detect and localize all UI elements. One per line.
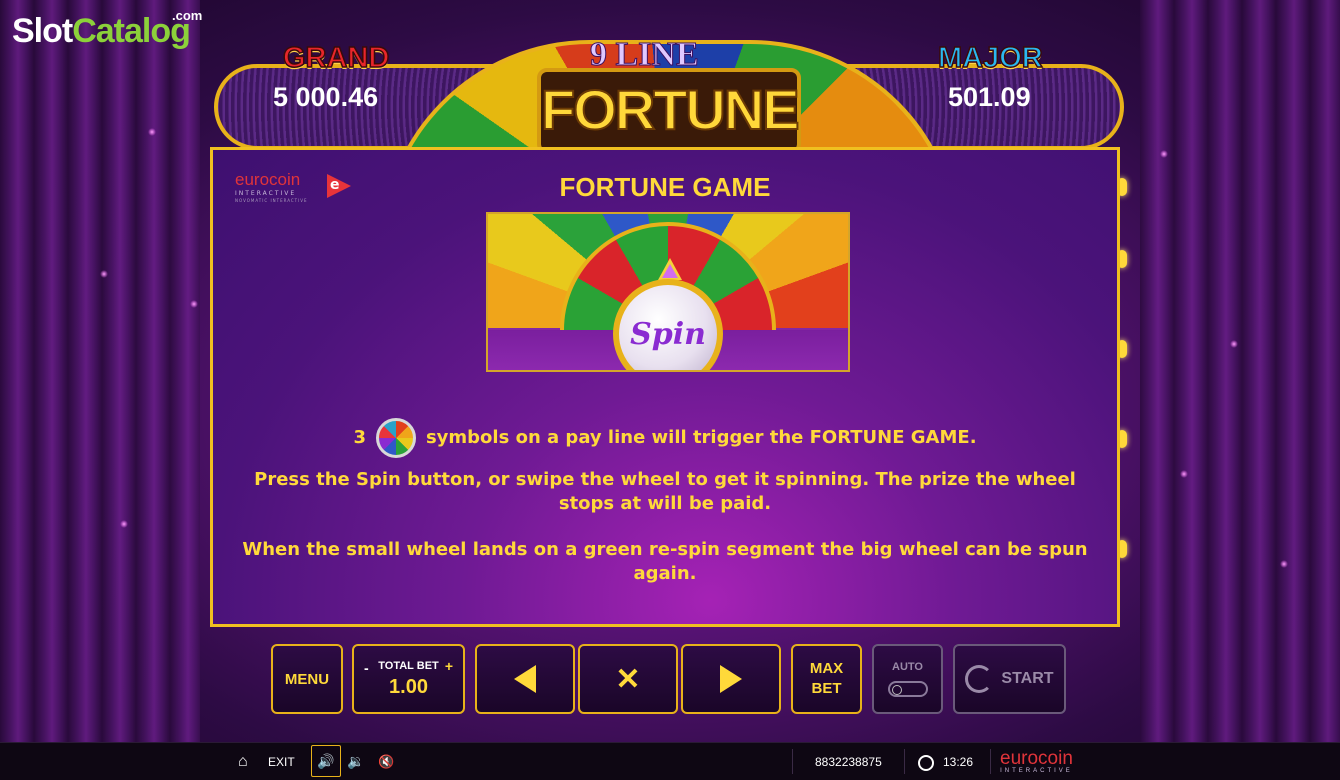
sound-icon[interactable]: 🔉	[347, 743, 364, 780]
panel-title: FORTUNE GAME	[559, 172, 771, 202]
footer-provider-logo: eurocoin INTERACTIVE	[1000, 743, 1073, 780]
max-bet-button[interactable]: MAX BET	[791, 644, 862, 714]
watermark-part1: Slot	[12, 12, 73, 50]
start-label: START	[1001, 670, 1054, 687]
slotcatalog-watermark: SlotCatalog .com	[12, 8, 202, 51]
next-page-button[interactable]	[681, 644, 781, 714]
bottom-status-bar: ⌂ EXIT 🔊 🔉 🔇 8832238875 13:26 eurocoin I…	[0, 742, 1340, 780]
wheel-pointer-inner	[662, 264, 678, 278]
divider	[792, 749, 793, 774]
home-icon[interactable]: ⌂	[238, 743, 248, 780]
close-paytable-button[interactable]: ✕	[578, 644, 678, 714]
mute-icon[interactable]: 🔇	[378, 743, 394, 780]
spin-arrows-icon	[965, 665, 994, 693]
grand-jackpot-label: GRAND	[282, 41, 390, 75]
total-bet-control[interactable]: - TOTAL BET 1.00 +	[352, 644, 465, 714]
sparkle	[1280, 560, 1288, 568]
sparkle	[148, 128, 156, 136]
game-logo-fortune: FORTUNE	[537, 68, 801, 154]
fortune-wheel-illustration: Spin	[486, 212, 850, 372]
divider	[904, 749, 905, 774]
sparkle	[120, 520, 128, 528]
exit-link[interactable]: EXIT	[268, 743, 295, 780]
trigger-rule: 3 symbols on a pay line will trigger the…	[213, 418, 1117, 458]
paytable-info-panel: eurocoin INTERACTIVE NOVOMATIC INTERACTI…	[210, 147, 1120, 627]
footer-brand-sub: INTERACTIVE	[1000, 768, 1073, 774]
total-bet-value: 1.00	[389, 675, 428, 698]
sparkle	[1230, 340, 1238, 348]
major-jackpot-value: 501.09	[948, 82, 1031, 112]
right-curtain	[1140, 0, 1340, 742]
trigger-text: symbols on a pay line will trigger the F…	[425, 427, 977, 448]
footer-brand-name: eurocoin	[1000, 748, 1073, 769]
total-bet-label: TOTAL BET	[378, 659, 439, 672]
wheel-symbol-icon	[375, 418, 416, 458]
clock-time: 13:26	[943, 754, 974, 769]
arrow-left-icon	[514, 665, 536, 693]
clock-icon	[918, 755, 934, 771]
sparkle	[1180, 470, 1188, 478]
arrow-right-icon	[720, 665, 742, 693]
toggle-switch-icon	[887, 681, 928, 697]
autoplay-toggle[interactable]: AUTO	[872, 644, 943, 714]
bet-increase-button[interactable]: +	[445, 658, 453, 674]
max-bet-line1: MAX	[809, 660, 844, 677]
divider	[990, 749, 991, 774]
sparkle	[100, 270, 108, 278]
start-button[interactable]: START	[953, 644, 1066, 714]
sound-music-icon[interactable]: 🔊	[311, 745, 341, 777]
menu-button[interactable]: MENU	[271, 644, 343, 714]
respin-rule: When the small wheel lands on a green re…	[242, 539, 1088, 584]
auto-label: AUTO	[892, 661, 923, 673]
major-jackpot-label: MAJOR	[937, 41, 1043, 75]
left-curtain	[0, 0, 200, 742]
game-logo-9line: 9 LINE	[590, 36, 700, 74]
grand-jackpot-value: 5 000.46	[273, 82, 379, 112]
sparkle	[190, 300, 198, 308]
spin-rule: Press the Spin button, or swipe the whee…	[254, 469, 1076, 514]
watermark-suffix: .com	[172, 8, 203, 23]
sparkle	[1160, 150, 1168, 158]
previous-page-button[interactable]	[475, 644, 575, 714]
session-id: 8832238875	[815, 754, 882, 769]
max-bet-line2: BET	[811, 680, 842, 697]
trigger-count: 3	[353, 427, 366, 448]
bet-decrease-button[interactable]: -	[364, 660, 369, 676]
